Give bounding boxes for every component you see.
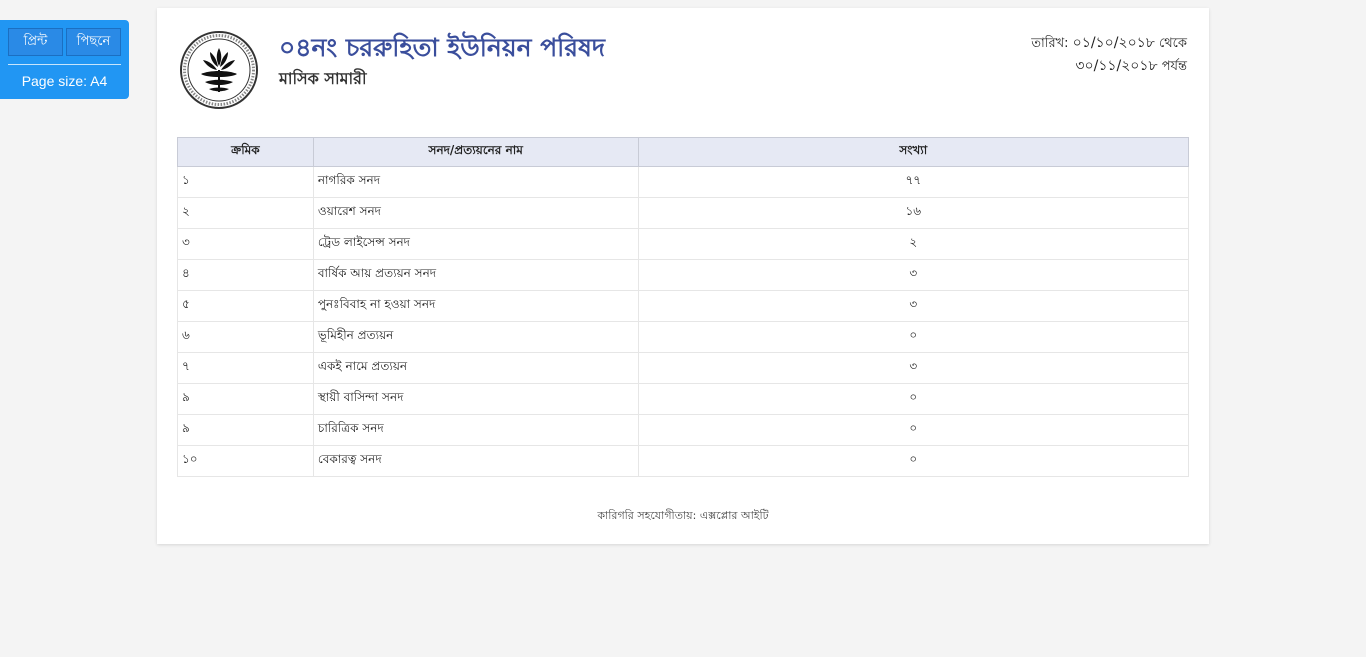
table-row: ৭ একই নামে প্রত্যয়ন ৩ <box>177 352 1190 384</box>
row-serial: ১ <box>177 166 314 198</box>
date-to: ৩০/১১/২০১৮ <box>1075 58 1158 74</box>
certificate-summary-table: ক্রমিক সনদ/প্রত্যয়নের নাম সংখ্যা ১ নাগর… <box>177 137 1190 477</box>
to-word: পর্যন্ত <box>1161 59 1187 74</box>
page-size-label: Page size: A4 <box>21 73 108 89</box>
row-serial: ৯ <box>177 414 314 446</box>
row-count: ২ <box>637 228 1190 260</box>
row-count: ৩ <box>637 352 1190 384</box>
row-count: ৭৭ <box>637 166 1190 198</box>
column-header-serial: ক্রমিক <box>177 137 314 167</box>
row-certificate-name: পুনঃবিবাহ না হওয়া সনদ <box>312 290 639 322</box>
row-certificate-name: ওয়ারেশ সনদ <box>312 197 639 229</box>
bangladesh-government-seal-icon <box>179 30 259 110</box>
row-count: ১৬ <box>637 197 1190 229</box>
table-row: ৫ পুনঃবিবাহ না হওয়া সনদ ৩ <box>177 290 1190 322</box>
row-serial: ৪ <box>177 259 314 291</box>
union-council-name: ০৪নং চররুহিতা ইউনিয়ন পরিষদ <box>279 33 605 62</box>
row-certificate-name: স্থায়ী বাসিন্দা সনদ <box>312 383 639 415</box>
date-from: ০১/১০/২০১৮ <box>1072 35 1155 51</box>
row-certificate-name: ভূমিহীন প্রত্যয়ন <box>312 321 639 353</box>
row-certificate-name: চারিত্রিক সনদ <box>312 414 639 446</box>
from-word: থেকে <box>1158 36 1187 51</box>
row-count: ০ <box>637 414 1190 446</box>
row-certificate-name: নাগরিক সনদ <box>312 166 639 198</box>
date-label: তারিখ: <box>1031 36 1069 51</box>
print-toolbar: প্রিন্ট পিছনে Page size: A4 <box>0 20 129 99</box>
row-serial: ৬ <box>177 321 314 353</box>
date-range: তারিখ: ০১/১০/২০১৮ থেকে ৩০/১১/২০১৮ পর্যন্… <box>1031 32 1187 78</box>
row-serial: ৭ <box>177 352 314 384</box>
print-button[interactable]: প্রিন্ট <box>8 28 63 56</box>
row-count: ৩ <box>637 290 1190 322</box>
row-serial: ৫ <box>177 290 314 322</box>
table-row: ৬ ভূমিহীন প্রত্যয়ন ০ <box>177 321 1190 353</box>
row-count: ০ <box>637 445 1190 477</box>
date-from-line: তারিখ: ০১/১০/২০১৮ থেকে <box>1031 32 1187 55</box>
toolbar-divider <box>8 64 121 65</box>
table-row: ২ ওয়ারেশ সনদ ১৬ <box>177 197 1190 229</box>
report-page: ০৪নং চররুহিতা ইউনিয়ন পরিষদ মাসিক সামারী… <box>157 8 1209 544</box>
table-row: ৪ বার্ষিক আয় প্রত্যয়ন সনদ ৩ <box>177 259 1190 291</box>
row-certificate-name: বেকারত্ব সনদ <box>312 445 639 477</box>
table-row: ১ নাগরিক সনদ ৭৭ <box>177 166 1190 198</box>
table-row: ৯ চারিত্রিক সনদ ০ <box>177 414 1190 446</box>
table-row: ১০ বেকারত্ব সনদ ০ <box>177 445 1190 477</box>
row-count: ৩ <box>637 259 1190 291</box>
date-to-line: ৩০/১১/২০১৮ পর্যন্ত <box>1031 55 1187 78</box>
table-header-row: ক্রমিক সনদ/প্রত্যয়নের নাম সংখ্যা <box>177 137 1190 167</box>
row-serial: ২ <box>177 197 314 229</box>
row-serial: ৩ <box>177 228 314 260</box>
table-row: ৩ ট্রেড লাইসেন্স সনদ ২ <box>177 228 1190 260</box>
row-count: ০ <box>637 383 1190 415</box>
row-certificate-name: একই নামে প্রত্যয়ন <box>312 352 639 384</box>
row-serial: ১০ <box>177 445 314 477</box>
report-title: মাসিক সামারী <box>279 69 367 88</box>
row-certificate-name: বার্ষিক আয় প্রত্যয়ন সনদ <box>312 259 639 291</box>
row-serial: ৯ <box>177 383 314 415</box>
row-certificate-name: ট্রেড লাইসেন্স সনদ <box>312 228 639 260</box>
column-header-count: সংখ্যা <box>637 137 1190 167</box>
column-header-certificate-name: সনদ/প্রত্যয়নের নাম <box>312 137 639 167</box>
footer-credit: কারিগরি সহযোগীতায়: এক্সপ্লোর আইটি <box>597 509 769 522</box>
row-count: ০ <box>637 321 1190 353</box>
back-button[interactable]: পিছনে <box>66 28 121 56</box>
table-row: ৯ স্থায়ী বাসিন্দা সনদ ০ <box>177 383 1190 415</box>
